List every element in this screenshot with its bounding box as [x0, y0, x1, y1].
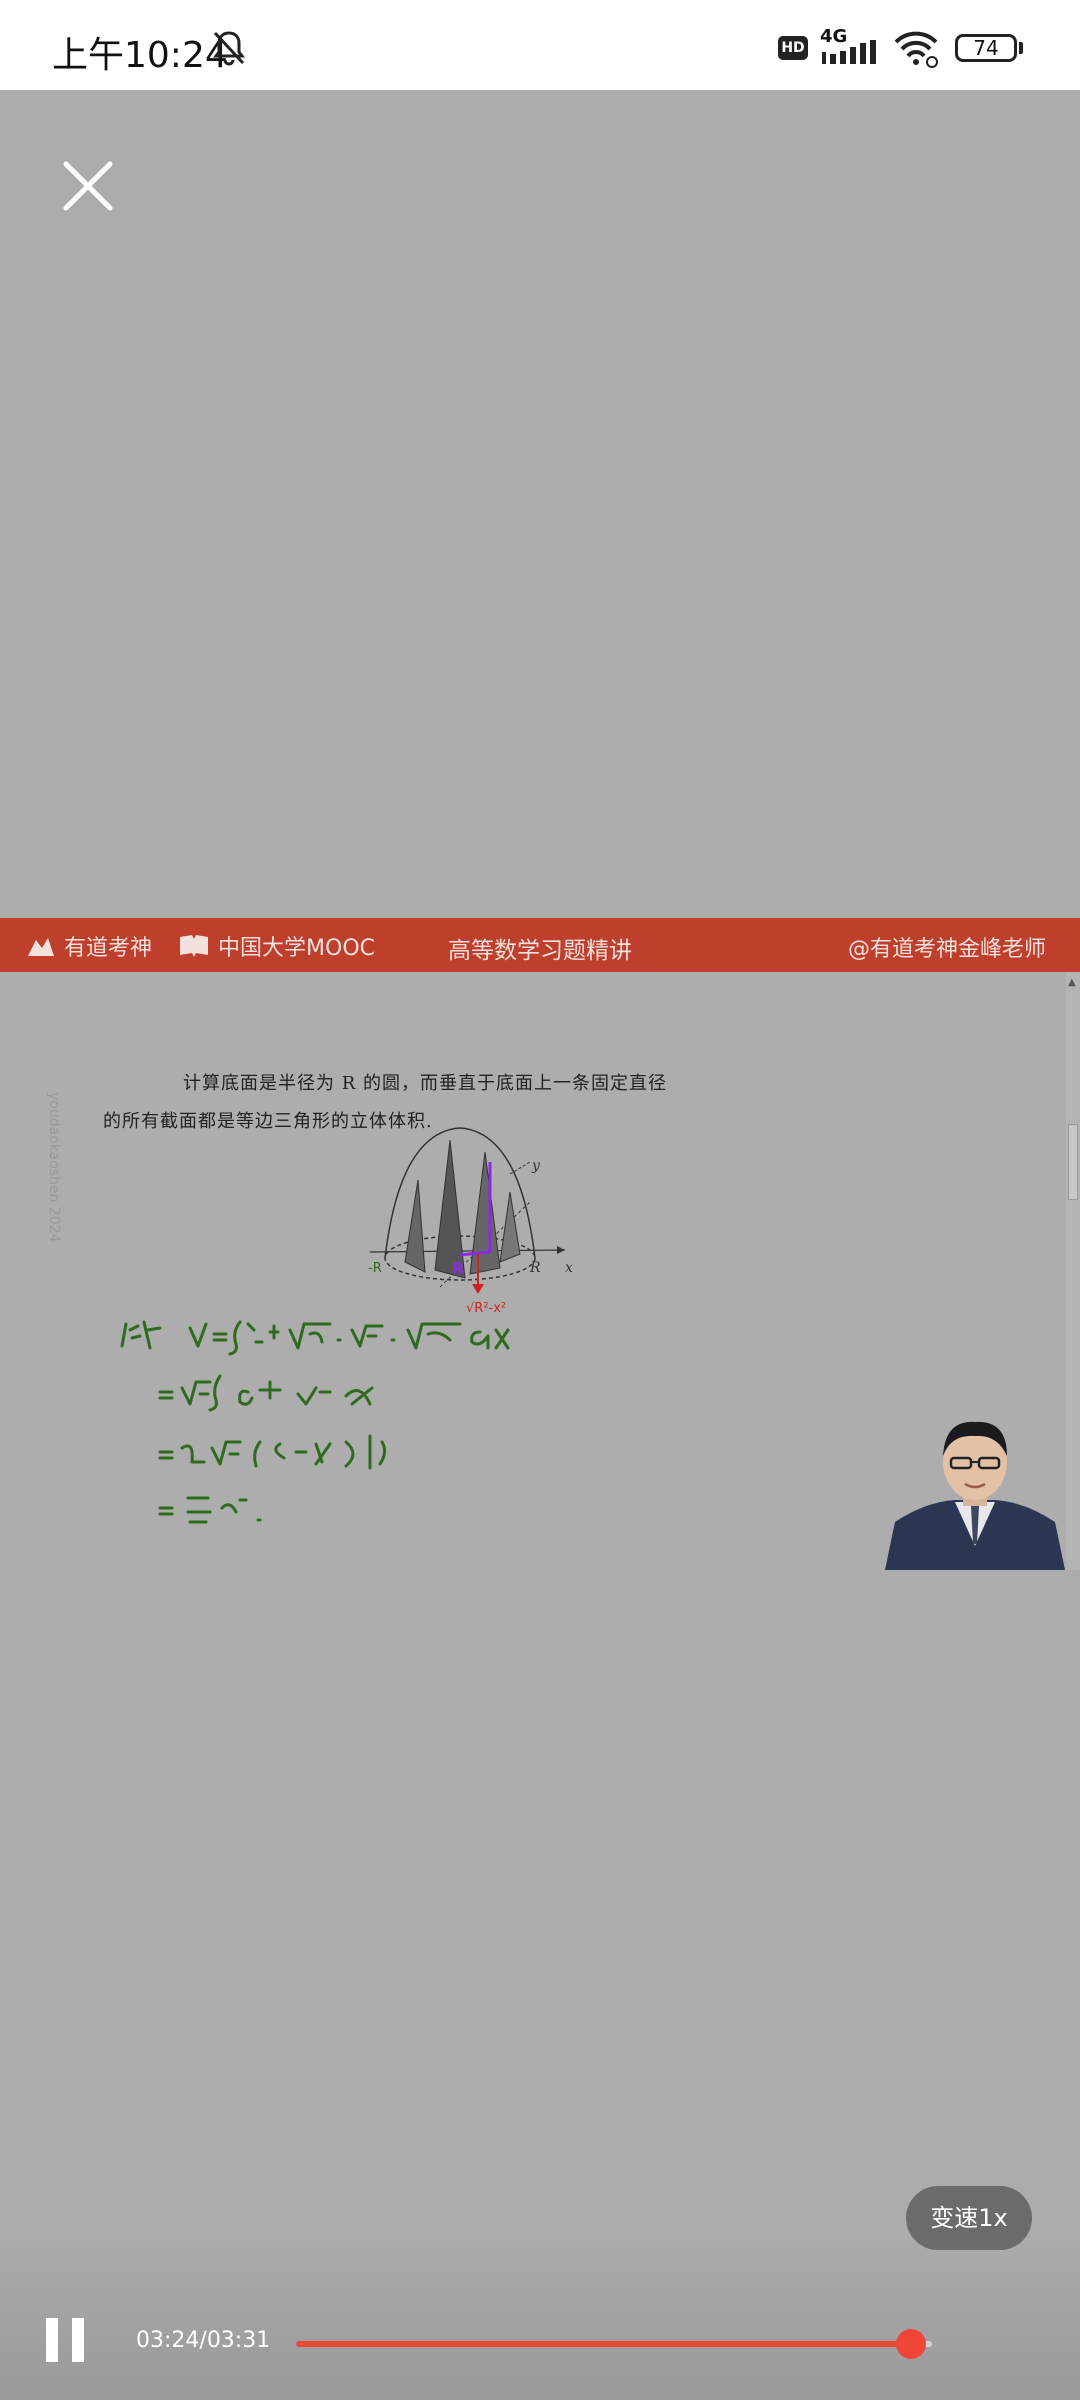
svg-text:y: y — [531, 1158, 541, 1174]
player-controls — [0, 2230, 1080, 2400]
status-bar: 上午10:24 HD 4G 74 — [0, 0, 1080, 90]
progress-fill — [296, 2341, 911, 2347]
svg-text:-R: -R — [368, 1261, 382, 1276]
wifi-icon — [894, 31, 938, 68]
scroll-up-arrow-icon: ▲ — [1068, 977, 1076, 988]
hd-badge: HD — [778, 36, 808, 60]
progress-handle[interactable] — [896, 2329, 926, 2359]
watermark: youdaokaoshen 2024 — [46, 1092, 62, 1243]
status-time: 上午10:24 — [52, 35, 228, 76]
svg-text:x: x — [565, 1260, 573, 1276]
slide-scrollbar — [1066, 972, 1080, 1570]
signal-icon — [822, 40, 876, 64]
battery-indicator: 74 — [955, 34, 1017, 62]
teacher-avatar — [885, 1410, 1065, 1570]
svg-text:R: R — [529, 1260, 541, 1276]
pause-icon[interactable] — [46, 2318, 86, 2362]
lecture-slide: youdaokaoshen 2024 计算底面是半径为 R 的圆，而垂直于底面上… — [0, 972, 1065, 1570]
close-icon[interactable] — [60, 158, 116, 214]
problem-line-1: 计算底面是半径为 R 的圆，而垂直于底面上一条固定直径 — [183, 1073, 667, 1094]
battery-tip — [1019, 42, 1023, 54]
video-banner: 有道考神 中国大学MOOC 高等数学习题精讲 @有道考神金峰老师 — [0, 918, 1080, 972]
svg-text:R: R — [452, 1259, 464, 1278]
playback-time: 03:24/03:31 — [136, 2328, 271, 2353]
bell-muted-icon — [213, 31, 245, 66]
video-frame[interactable]: 有道考神 中国大学MOOC 高等数学习题精讲 @有道考神金峰老师 youdaok… — [0, 918, 1080, 1570]
solid-figure: y x R -R R √R²-x² — [368, 1127, 573, 1316]
author-handle: @有道考神金峰老师 — [847, 937, 1046, 962]
progress-bar[interactable] — [296, 2329, 932, 2359]
handwritten-solution — [120, 1320, 510, 1524]
slide-scroll-thumb — [1068, 1124, 1078, 1200]
